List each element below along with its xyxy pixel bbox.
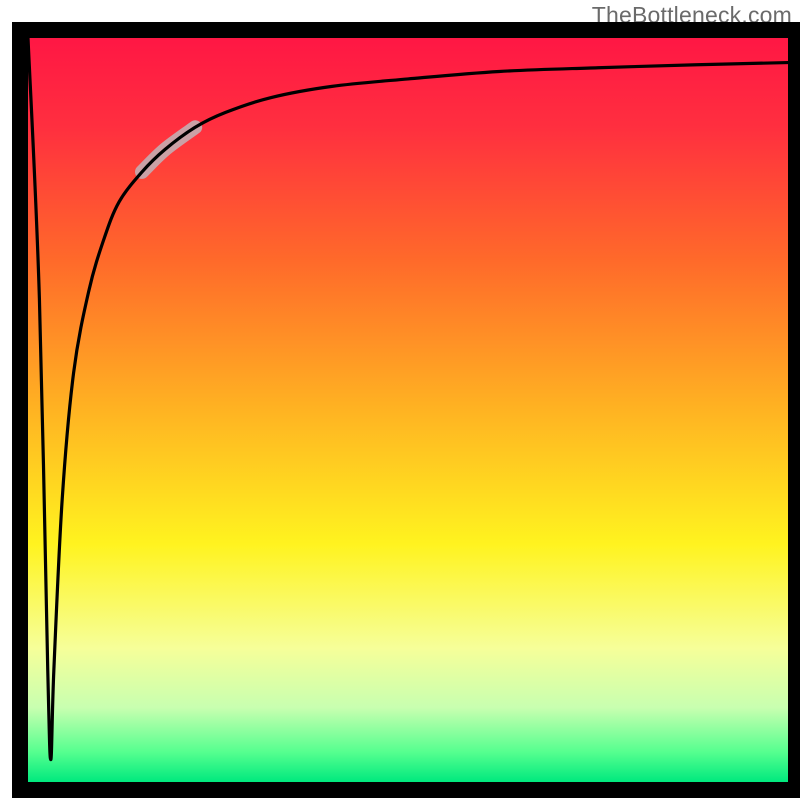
- chart-svg: [0, 0, 800, 800]
- chart-stage: TheBottleneck.com: [0, 0, 800, 800]
- gradient-background: [28, 38, 788, 782]
